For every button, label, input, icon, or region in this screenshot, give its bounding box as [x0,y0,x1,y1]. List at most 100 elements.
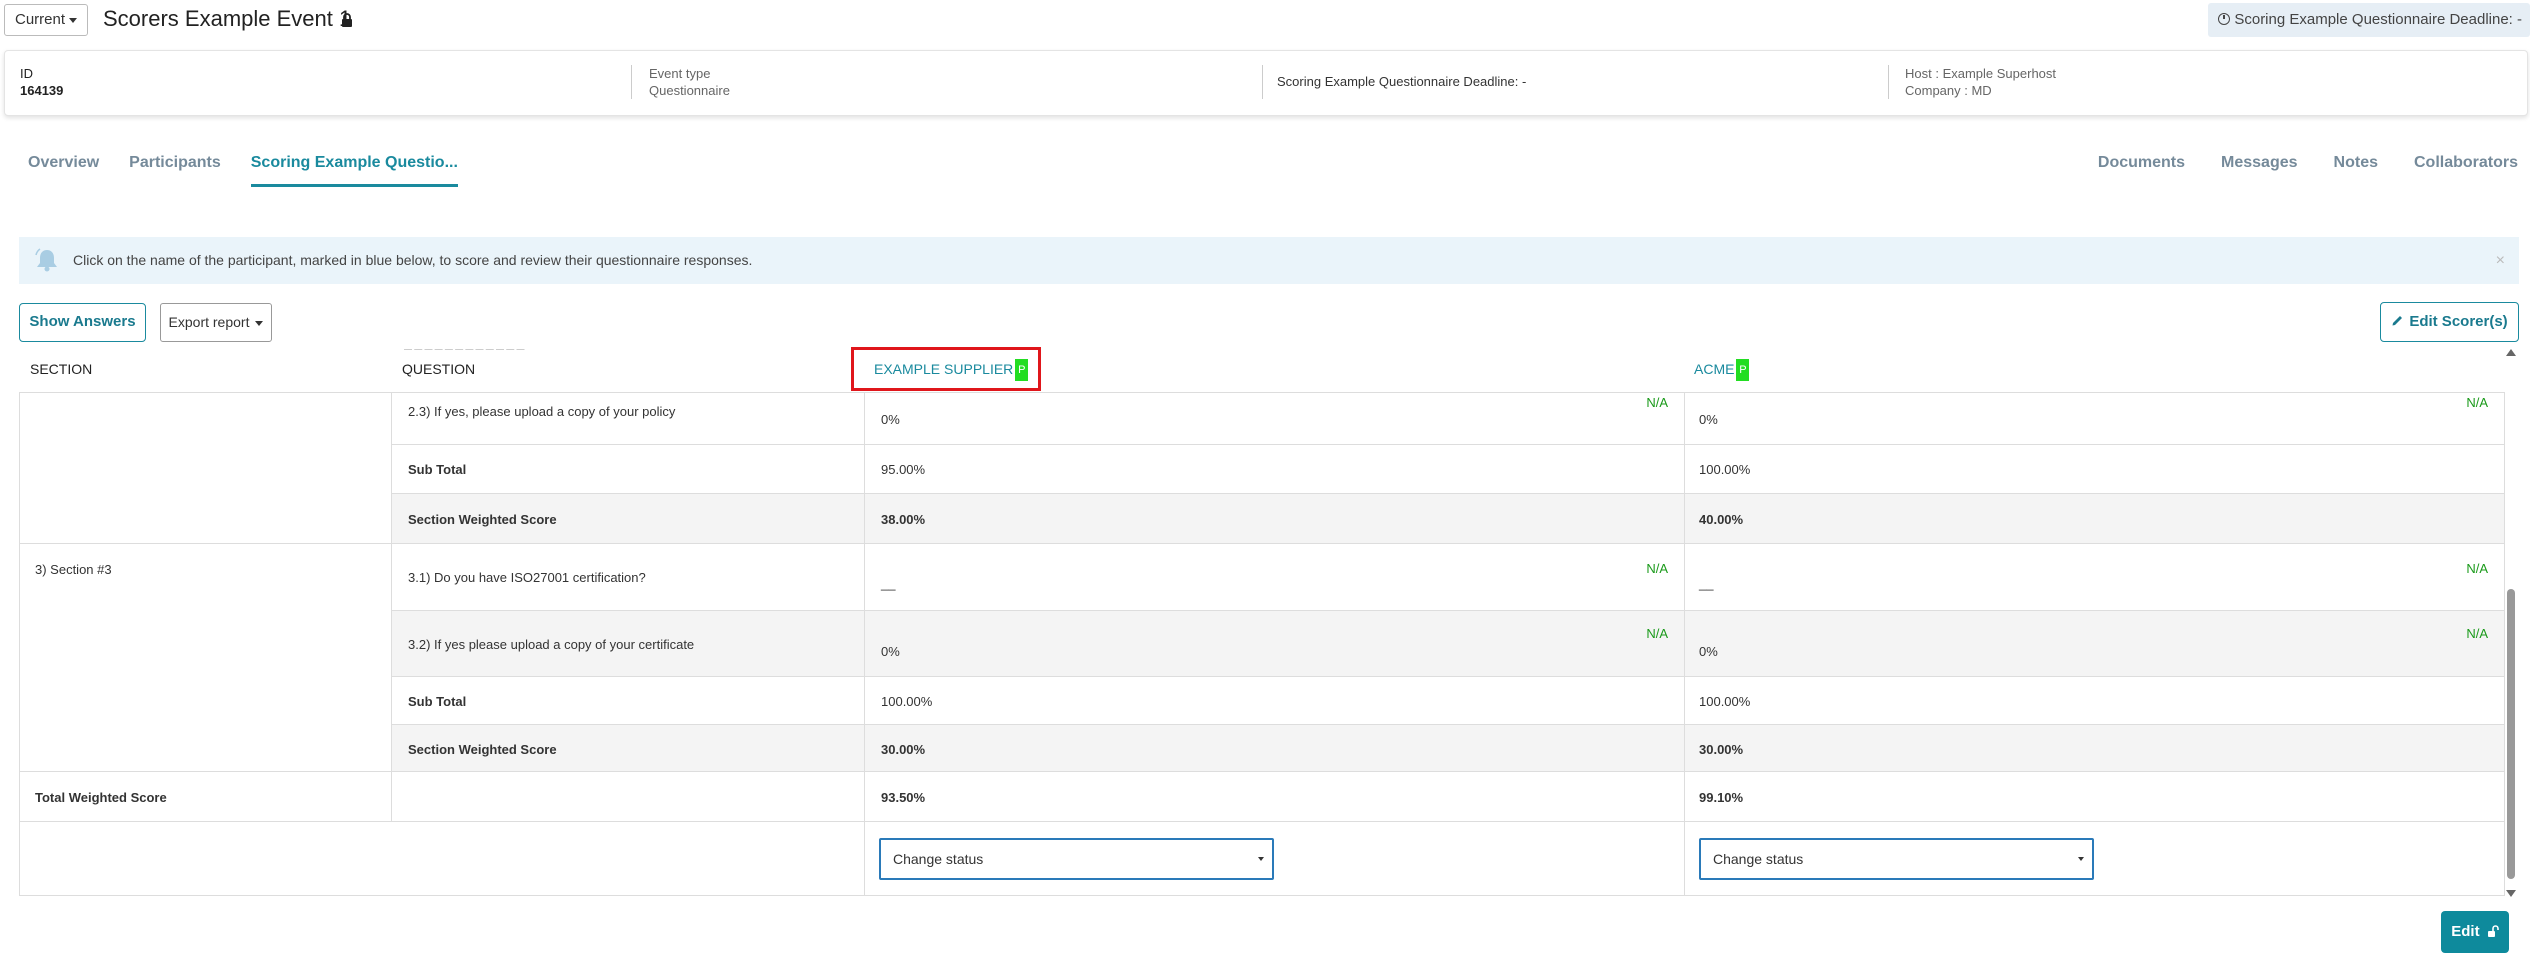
participant-score-cell: 99.10% [1684,772,2504,821]
section-cell: 3) Section #3 [19,544,391,772]
table-scrollbar[interactable] [2504,349,2518,897]
tab-scoring-questionnaire[interactable]: Scoring Example Questio... [250,150,458,187]
status-cell: Change status [864,822,1684,895]
score-value: 99.10% [1699,790,1744,805]
score-value: 0% [881,412,900,427]
tab-collaborators[interactable]: Collaborators [2414,150,2518,184]
table-row: Sub Total 100.00% 100.00% [391,677,2505,725]
page-title: Scorers Example Event 1 [103,6,352,31]
participant-score-cell: 30.00% [864,725,1684,771]
change-status-select[interactable]: Change status [879,838,1274,880]
na-label: N/A [2466,626,2488,641]
label-cell: Section Weighted Score [391,725,864,771]
participant-score-cell: N/A 0% [1684,393,2504,444]
participant-score-cell: N/A __ [864,544,1684,610]
participant-score-cell: N/A 0% [864,611,1684,676]
info-alert: Click on the name of the participant, ma… [19,237,2519,284]
table-row: 3.1) Do you have ISO27001 certification?… [391,544,2505,611]
top-bar: Current Scorers Example Event 1 Scoring … [0,0,2530,44]
table-border [19,345,20,896]
deadline-badge: Scoring Example Questionnaire Deadline: … [2208,3,2530,37]
scroll-up-icon[interactable] [2506,349,2516,356]
question-cell: 2.3) If yes, please upload a copy of you… [391,393,864,444]
participant-score-cell: 40.00% [1684,494,2504,543]
tab-notes[interactable]: Notes [2334,150,2378,184]
score-value: 0% [1699,644,1718,659]
scroll-thumb[interactable] [2507,589,2515,879]
event-type-label: Event type [649,66,711,81]
event-id: ID 164139 [20,65,63,99]
change-status-label: Change status [1713,851,1804,867]
host-info: Host : Example Superhost Company : MD [1905,65,2056,99]
table-header: — — — — — — — — — — — — SECTION QUESTION… [19,345,2505,393]
table-row: Sub Total 95.00% 100.00% [19,445,2505,494]
change-status-select[interactable]: Change status [1699,838,2094,880]
table-row: 3.2) If yes please upload a copy of your… [391,611,2505,677]
question-text: 3.1) Do you have ISO27001 certification? [408,570,646,585]
score-value: __ [1699,576,1714,591]
tabs-left: Overview Participants Scoring Example Qu… [28,150,488,187]
tab-overview[interactable]: Overview [28,150,99,187]
score-value: __ [881,576,896,591]
participant-score-cell: N/A 0% [864,393,1684,444]
divider [1262,65,1263,99]
event-id-value: 164139 [20,83,64,98]
table-row: Section Weighted Score 30.00% 30.00% [391,725,2505,772]
tab-messages[interactable]: Messages [2221,150,2298,184]
edit-scorers-label: Edit Scorer(s) [2409,313,2508,330]
participant-status-badge: P [1736,359,1750,382]
score-value: 0% [1699,412,1718,427]
company-name: Company : MD [1905,83,1992,98]
question-cell: 3.1) Do you have ISO27001 certification? [391,544,864,610]
participant-header-acme: ACME P [1694,345,1750,393]
weighted-label: Section Weighted Score [408,742,557,757]
score-value: 30.00% [881,742,926,757]
version-selector[interactable]: Current [4,4,89,36]
edit-button[interactable]: Edit [2441,911,2509,953]
highlight-box [851,347,1041,391]
tab-participants[interactable]: Participants [129,150,221,187]
empty-cell [391,772,864,821]
alert-text: Click on the name of the participant, ma… [73,252,753,268]
score-value: 0% [881,644,900,659]
table-row: Section Weighted Score 38.00% 40.00% [19,494,2505,544]
participant-score-cell: 30.00% [1684,725,2504,771]
divider [631,65,632,99]
subtotal-label: Sub Total [408,694,467,709]
section-header: SECTION [30,361,93,377]
version-selector-label: Current [15,11,66,28]
close-icon[interactable]: × [2496,237,2505,284]
edit-button-label: Edit [2451,923,2480,940]
pencil-icon [2392,316,2403,326]
host-name: Host : Example Superhost [1905,66,2057,81]
section-cell [19,393,391,544]
participant-score-cell: 100.00% [864,677,1684,724]
participant-score-cell: N/A 0% [1684,611,2504,676]
chevron-down-icon [255,320,264,326]
tabs-right: Documents Messages Notes Collaborators [2062,150,2518,184]
edit-scorers-button[interactable]: Edit Scorer(s) [2380,302,2519,342]
deadline-badge-text: Scoring Example Questionnaire Deadline: … [2234,11,2522,28]
scroll-down-icon[interactable] [2506,890,2516,897]
export-report-button[interactable]: Export report [160,303,272,342]
na-label: N/A [1646,395,1668,410]
table-row: 2.3) If yes, please upload a copy of you… [19,393,2505,445]
label-cell: Sub Total [391,445,864,493]
weighted-label: Section Weighted Score [408,512,557,527]
participant-score-cell: N/A __ [1684,544,2504,610]
tab-documents[interactable]: Documents [2098,150,2185,184]
participant-link-acme[interactable]: ACME [1694,361,1734,377]
table-row: Total Weighted Score 93.50% 99.10% [19,772,2505,822]
show-answers-button[interactable]: Show Answers [19,303,146,342]
score-value: 100.00% [1699,462,1751,477]
event-type: Event type Questionnaire [649,65,730,99]
score-value: 93.50% [881,790,926,805]
change-status-label: Change status [893,851,984,867]
divider [1888,65,1889,99]
participant-score-cell: 38.00% [864,494,1684,543]
na-label: N/A [1646,561,1668,576]
event-info-card: ID 164139 Event type Questionnaire Scori… [4,50,2528,116]
chevron-down-icon [69,17,78,23]
chevron-down-icon [2078,857,2084,861]
export-report-label: Export report [168,314,250,330]
